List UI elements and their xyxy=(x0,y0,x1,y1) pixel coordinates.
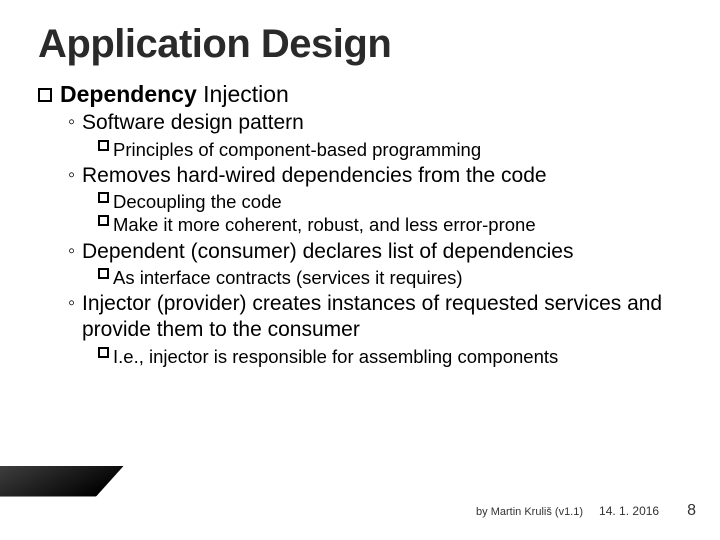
footer: by Martin Kruliš (v1.1) 14. 1. 2016 8 xyxy=(476,502,696,520)
bullet-l3: As interface contracts (services it requ… xyxy=(98,266,690,289)
l3-text: Principles of component-based programmin… xyxy=(113,138,481,161)
bullet-l3: Make it more coherent, robust, and less … xyxy=(98,213,690,236)
l3-text: Decoupling the code xyxy=(113,190,282,213)
footer-date: 14. 1. 2016 xyxy=(599,504,659,518)
l3-text: I.e., injector is responsible for assemb… xyxy=(113,345,558,368)
square-bullet-icon xyxy=(98,268,109,279)
bullet-l3: I.e., injector is responsible for assemb… xyxy=(98,345,690,368)
square-bullet-icon xyxy=(98,347,109,358)
bullet-l2: Dependent (consumer) declares list of de… xyxy=(68,239,690,265)
bullet-l3: Decoupling the code xyxy=(98,190,690,213)
slide-title: Application Design xyxy=(38,22,690,67)
square-bullet-icon xyxy=(98,215,109,226)
footer-author: by Martin Kruliš (v1.1) xyxy=(476,506,583,518)
square-bullet-icon xyxy=(98,192,109,203)
bullet-l3: Principles of component-based programmin… xyxy=(98,138,690,161)
square-bullet-icon xyxy=(38,88,52,102)
heading-l1: Dependency Injection xyxy=(38,81,690,108)
footer-page-number: 8 xyxy=(687,502,696,520)
bullet-l2: Software design pattern xyxy=(68,110,690,136)
bullet-l2: Injector (provider) creates instances of… xyxy=(68,291,690,342)
slide: Application Design Dependency Injection … xyxy=(0,0,720,540)
l3-text: Make it more coherent, robust, and less … xyxy=(113,213,536,236)
decor-wedge xyxy=(0,466,124,496)
square-bullet-icon xyxy=(98,140,109,151)
l1-rest: Injection xyxy=(197,81,289,107)
l3-text: As interface contracts (services it requ… xyxy=(113,266,463,289)
l1-bold: Dependency xyxy=(60,81,197,107)
bullet-l2: Removes hard-wired dependencies from the… xyxy=(68,163,690,189)
